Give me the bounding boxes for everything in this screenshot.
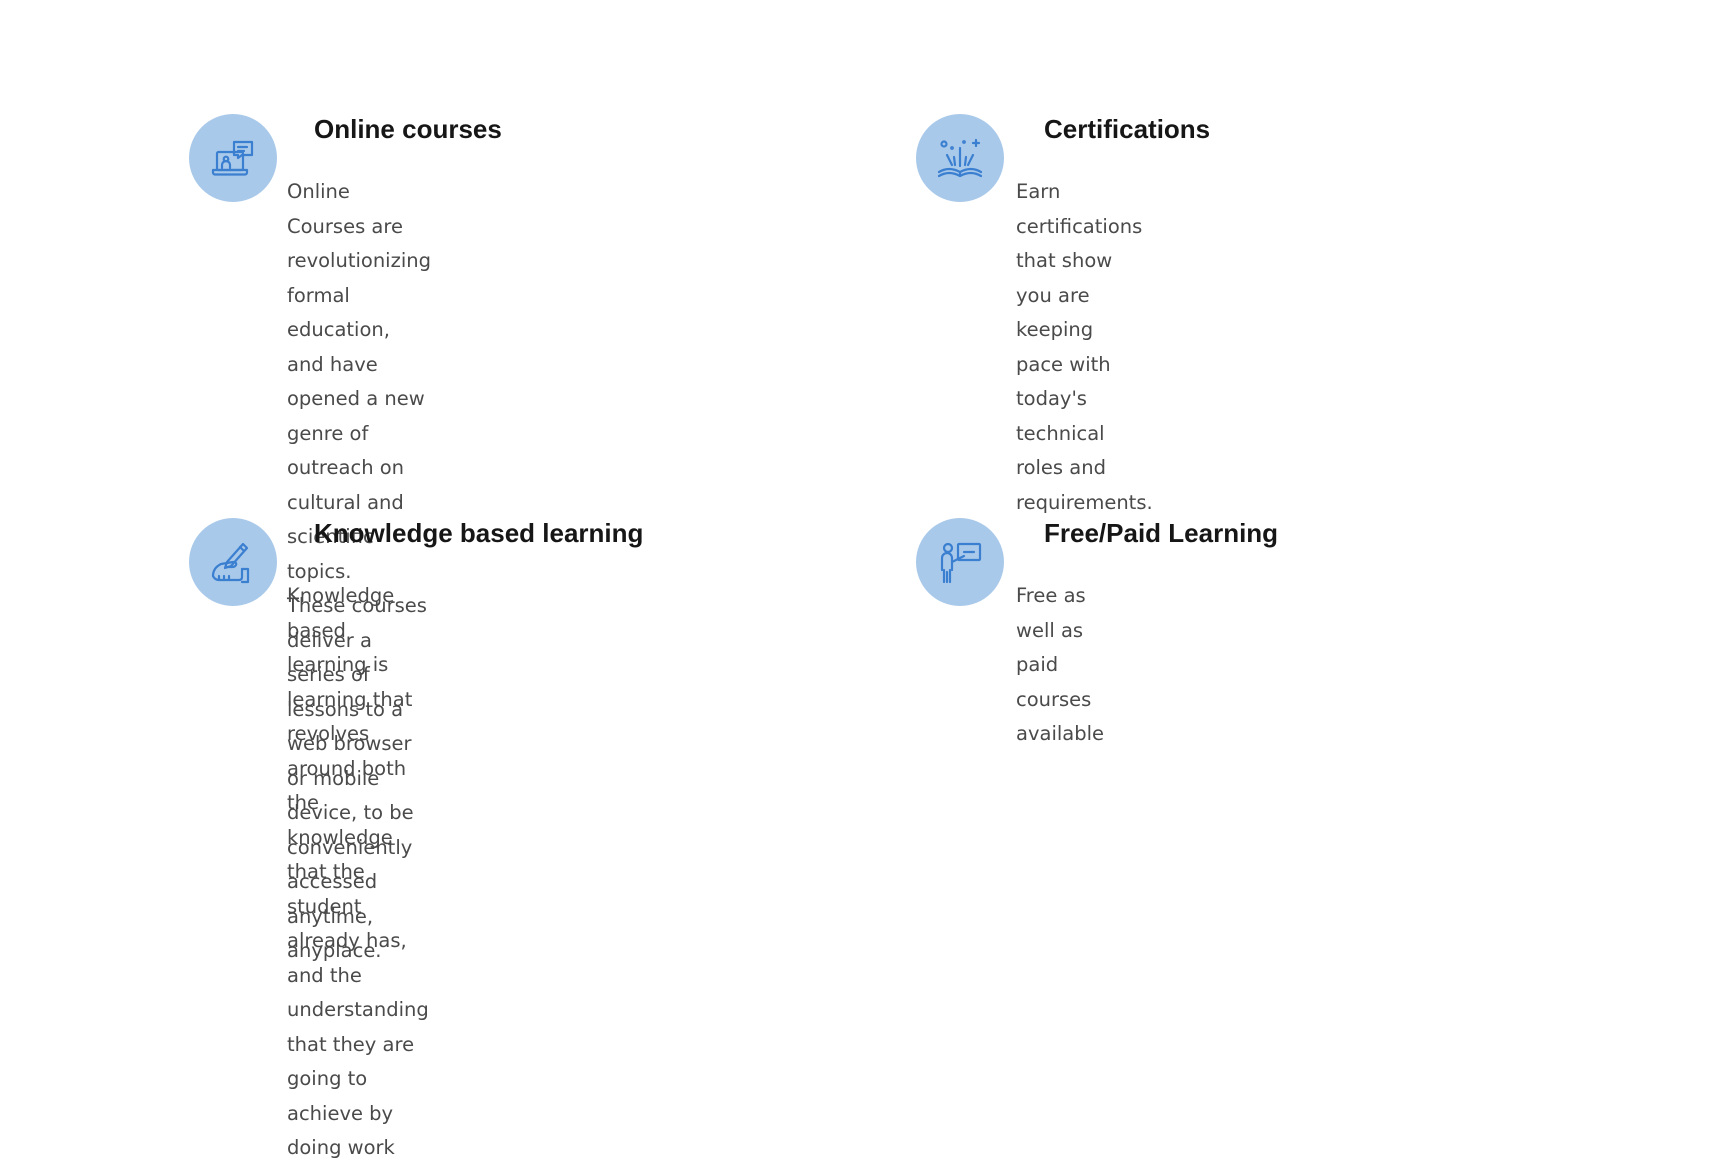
feature-description: Free as well as paid courses available (1016, 584, 1105, 745)
feature-description: Earn certifications that show you are ke… (1016, 180, 1153, 514)
feature-title: Certifications (1044, 114, 1211, 144)
certification-book-icon (916, 114, 1004, 202)
hand-writing-icon (189, 518, 277, 606)
feature-title: Online courses (314, 114, 502, 144)
teacher-board-icon (916, 518, 1004, 606)
feature-description: Knowledge based learning is learning tha… (287, 584, 429, 1159)
feature-title: Free/Paid Learning (1044, 518, 1279, 548)
online-course-laptop-icon (189, 114, 277, 202)
feature-title: Knowledge based learning (314, 518, 644, 548)
